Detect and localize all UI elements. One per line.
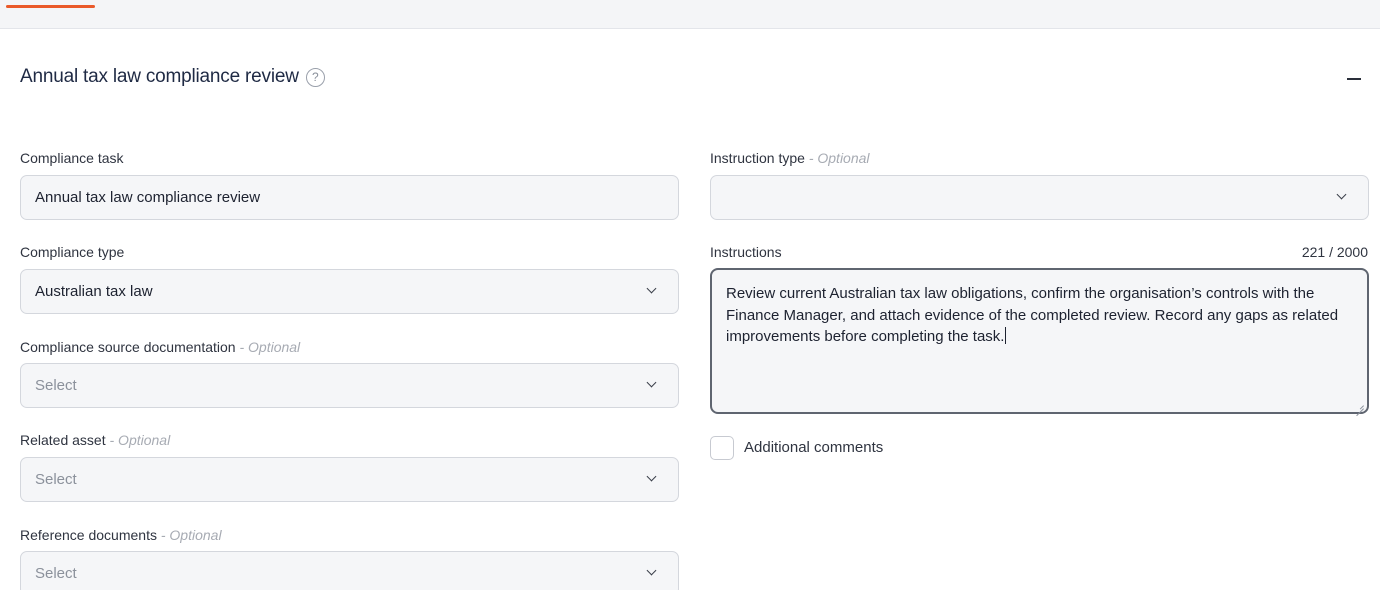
active-tab-indicator [6, 5, 95, 8]
section-header: Annual tax law compliance review ? [20, 66, 325, 88]
section-title: Annual tax law compliance review [20, 66, 299, 87]
related-asset-label: Related asset - Optional [20, 432, 171, 448]
instructions-label: Instructions [710, 244, 782, 260]
compliance-type-value: Australian tax law [35, 283, 153, 300]
compliance-source-documentation-label: Compliance source documentation - Option… [20, 339, 301, 355]
text-cursor [1005, 327, 1007, 344]
instructions-text: Review current Australian tax law obliga… [726, 285, 1339, 345]
select-placeholder: Select [35, 377, 77, 394]
compliance-task-input[interactable]: Annual tax law compliance review [20, 175, 679, 220]
reference-documents-select[interactable]: Select [20, 551, 679, 590]
tab-bar [0, 0, 1380, 29]
chevron-down-icon [640, 364, 664, 407]
instruction-type-select[interactable] [710, 175, 1369, 220]
instruction-type-label: Instruction type - Optional [710, 150, 870, 166]
collapse-button[interactable] [1344, 68, 1364, 88]
compliance-task-label: Compliance task [20, 150, 124, 166]
compliance-source-documentation-select[interactable]: Select [20, 363, 679, 408]
compliance-task-value: Annual tax law compliance review [35, 189, 261, 206]
related-asset-select[interactable]: Select [20, 457, 679, 502]
select-placeholder: Select [35, 471, 77, 488]
select-placeholder: Select [35, 565, 77, 582]
chevron-down-icon [640, 458, 664, 501]
chevron-down-icon [640, 552, 664, 590]
instructions-character-counter: 221 / 2000 [1301, 244, 1368, 260]
additional-comments-label[interactable]: Additional comments [744, 439, 883, 456]
reference-documents-label: Reference documents - Optional [20, 527, 222, 543]
resize-handle-icon[interactable] [1356, 401, 1364, 409]
instructions-textarea[interactable]: Review current Australian tax law obliga… [710, 268, 1369, 414]
compliance-type-select[interactable]: Australian tax law [20, 269, 679, 314]
chevron-down-icon [640, 270, 664, 313]
question-circle-icon[interactable]: ? [305, 67, 325, 87]
additional-comments-checkbox[interactable] [710, 436, 734, 460]
chevron-down-icon [1330, 176, 1354, 219]
compliance-type-label: Compliance type [20, 244, 125, 260]
